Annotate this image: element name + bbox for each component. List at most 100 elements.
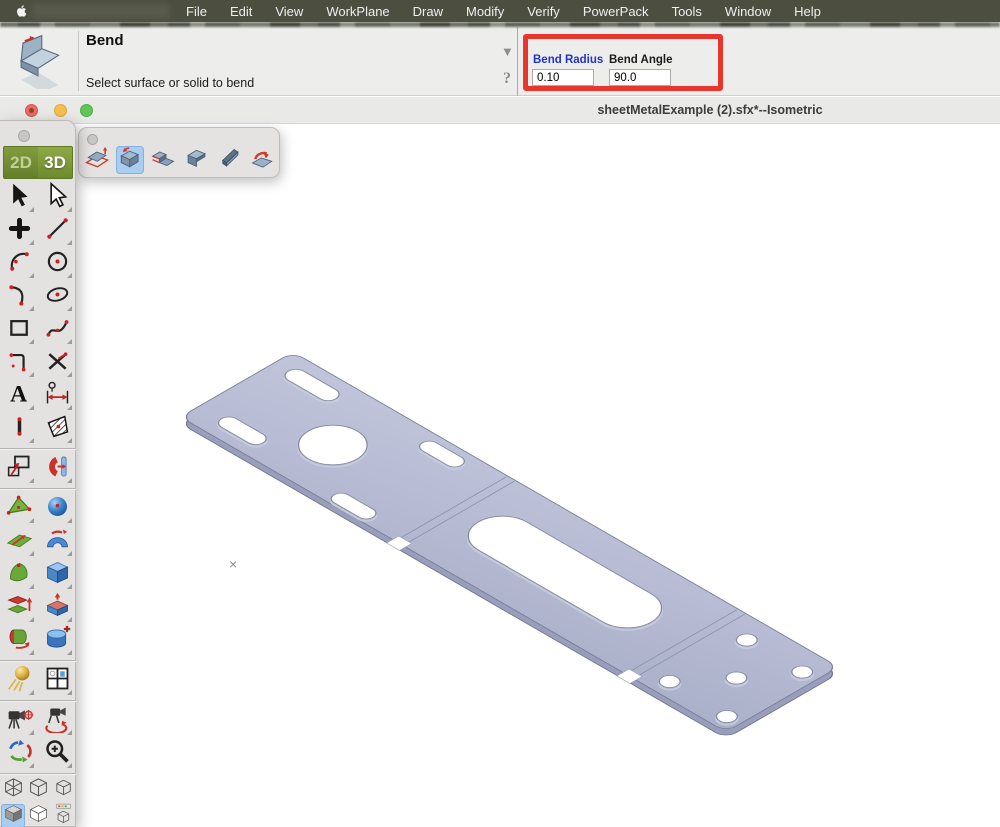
- application-window: File Edit View WorkPlane Draw Modify Verify Pow…: [0, 0, 1000, 827]
- tool-options-bar: Bend Select surface or solid to bend ▼ ?…: [0, 27, 1000, 96]
- extrude-block-icon: [43, 591, 72, 625]
- display-wireframe-all[interactable]: [1, 778, 25, 802]
- menu-bar: File Edit View WorkPlane Draw Modify Verify Pow…: [0, 0, 1000, 22]
- trim-tool[interactable]: [42, 347, 73, 378]
- arc-tool[interactable]: [4, 248, 35, 279]
- menu-window[interactable]: Window: [725, 4, 771, 19]
- text-a-icon: A: [5, 379, 34, 413]
- curve-tool[interactable]: [4, 281, 35, 312]
- tool-row: [0, 412, 76, 445]
- line-tool[interactable]: [42, 215, 73, 246]
- extrude-tool[interactable]: [42, 592, 73, 623]
- rectangle-tool[interactable]: [4, 314, 35, 345]
- help-icon[interactable]: ?: [503, 70, 511, 88]
- dimension-tool[interactable]: [42, 380, 73, 411]
- display-shaded[interactable]: [1, 804, 25, 827]
- display-hidden-line[interactable]: [26, 804, 50, 827]
- display-render-preview[interactable]: [51, 804, 75, 827]
- disclosure-triangle-icon[interactable]: ▼: [501, 44, 514, 59]
- tool-row: [0, 492, 76, 525]
- line-icon: [43, 214, 72, 248]
- model-canvas[interactable]: ×: [0, 124, 1000, 827]
- snap-magnet-tool[interactable]: [42, 453, 73, 484]
- thick-line-tool[interactable]: [4, 413, 35, 444]
- corner-line-tool[interactable]: [4, 347, 35, 378]
- flat-stock-tool[interactable]: [215, 146, 243, 174]
- walkthrough-tool[interactable]: [42, 705, 73, 736]
- boolean-cyl-icon: [43, 624, 72, 658]
- sheet-from-profile-tool[interactable]: [83, 146, 111, 174]
- circle-tool[interactable]: [42, 248, 73, 279]
- tool-title: Bend: [86, 32, 124, 49]
- spline-tool[interactable]: [42, 314, 73, 345]
- hatch-tool[interactable]: [42, 413, 73, 444]
- render-tool[interactable]: [4, 665, 35, 696]
- bend-tool[interactable]: [116, 146, 144, 174]
- ellipse-tool[interactable]: [42, 281, 73, 312]
- menu-workplane[interactable]: WorkPlane: [326, 4, 389, 19]
- desktop-wallpaper-strip: [0, 22, 1000, 27]
- minimize-window-button[interactable]: [54, 104, 67, 117]
- plane-green-icon: [5, 525, 34, 559]
- plane-surface-tool[interactable]: [4, 526, 35, 557]
- menu-powerpack[interactable]: PowerPack: [583, 4, 649, 19]
- loft-tool[interactable]: [4, 592, 35, 623]
- tool-row: [0, 558, 76, 591]
- document-titlebar: sheetMetalExample (2).sfx*--Isometric: [0, 97, 1000, 124]
- sheet-metal-part: [0, 124, 1000, 827]
- circle-icon: [43, 247, 72, 281]
- tool-row: [0, 346, 76, 379]
- cube-solid-tool[interactable]: [42, 559, 73, 590]
- cube-preview-icon: [52, 802, 75, 827]
- mode-toggle: 2D 3D: [3, 146, 73, 179]
- menu-view[interactable]: View: [275, 4, 303, 19]
- camera-tripod-icon: [5, 704, 34, 738]
- transform-tool[interactable]: [4, 453, 35, 484]
- display-wireframe-alt[interactable]: [51, 778, 75, 802]
- bend-angle-input[interactable]: [609, 69, 671, 86]
- close-window-button[interactable]: [25, 104, 38, 117]
- select-tool[interactable]: [4, 182, 35, 213]
- app-name-blurred: [32, 3, 170, 19]
- point-tool[interactable]: [4, 215, 35, 246]
- viewports-tool[interactable]: [42, 665, 73, 696]
- bend-tool-icon: [8, 29, 68, 91]
- toggle-3d[interactable]: 3D: [38, 147, 72, 178]
- bend-radius-input[interactable]: [532, 69, 594, 86]
- sphere-tool[interactable]: [42, 493, 73, 524]
- camera-tool[interactable]: [4, 705, 35, 736]
- menu-help[interactable]: Help: [794, 4, 821, 19]
- apple-icon[interactable]: [15, 3, 29, 19]
- revolve-tool[interactable]: [4, 625, 35, 656]
- magnifier-plus-icon: [43, 737, 72, 771]
- menu-tools[interactable]: Tools: [672, 4, 702, 19]
- shell-surface-tool[interactable]: [4, 559, 35, 590]
- sheet-metal-toolbar: [78, 127, 280, 178]
- boolean-tool[interactable]: [42, 625, 73, 656]
- toggle-2d[interactable]: 2D: [4, 147, 38, 178]
- fold-tool[interactable]: [182, 146, 210, 174]
- loft-stack-icon: [5, 591, 34, 625]
- menu-verify[interactable]: Verify: [527, 4, 560, 19]
- bend-solid-tool[interactable]: [42, 526, 73, 557]
- zoom-tool[interactable]: [42, 738, 73, 769]
- display-wireframe[interactable]: [26, 778, 50, 802]
- sm-bend-icon: [117, 144, 144, 176]
- spline-icon: [43, 313, 72, 347]
- tool-palette: 2D 3D A: [0, 120, 76, 827]
- joggle-tool[interactable]: [149, 146, 177, 174]
- palette-close-icon[interactable]: [18, 130, 30, 142]
- menu-draw[interactable]: Draw: [413, 4, 443, 19]
- options-separator: [78, 31, 79, 91]
- menu-modify[interactable]: Modify: [466, 4, 504, 19]
- zoom-window-button[interactable]: [80, 104, 93, 117]
- menu-file[interactable]: File: [186, 4, 207, 19]
- rotate-arrows-icon: [5, 737, 34, 771]
- unbend-tool[interactable]: [248, 146, 276, 174]
- dimension-icon: [43, 379, 72, 413]
- menu-edit[interactable]: Edit: [230, 4, 252, 19]
- select-open-tool[interactable]: [42, 182, 73, 213]
- text-tool[interactable]: A: [4, 380, 35, 411]
- rotate-view-tool[interactable]: [4, 738, 35, 769]
- surface-tool[interactable]: [4, 493, 35, 524]
